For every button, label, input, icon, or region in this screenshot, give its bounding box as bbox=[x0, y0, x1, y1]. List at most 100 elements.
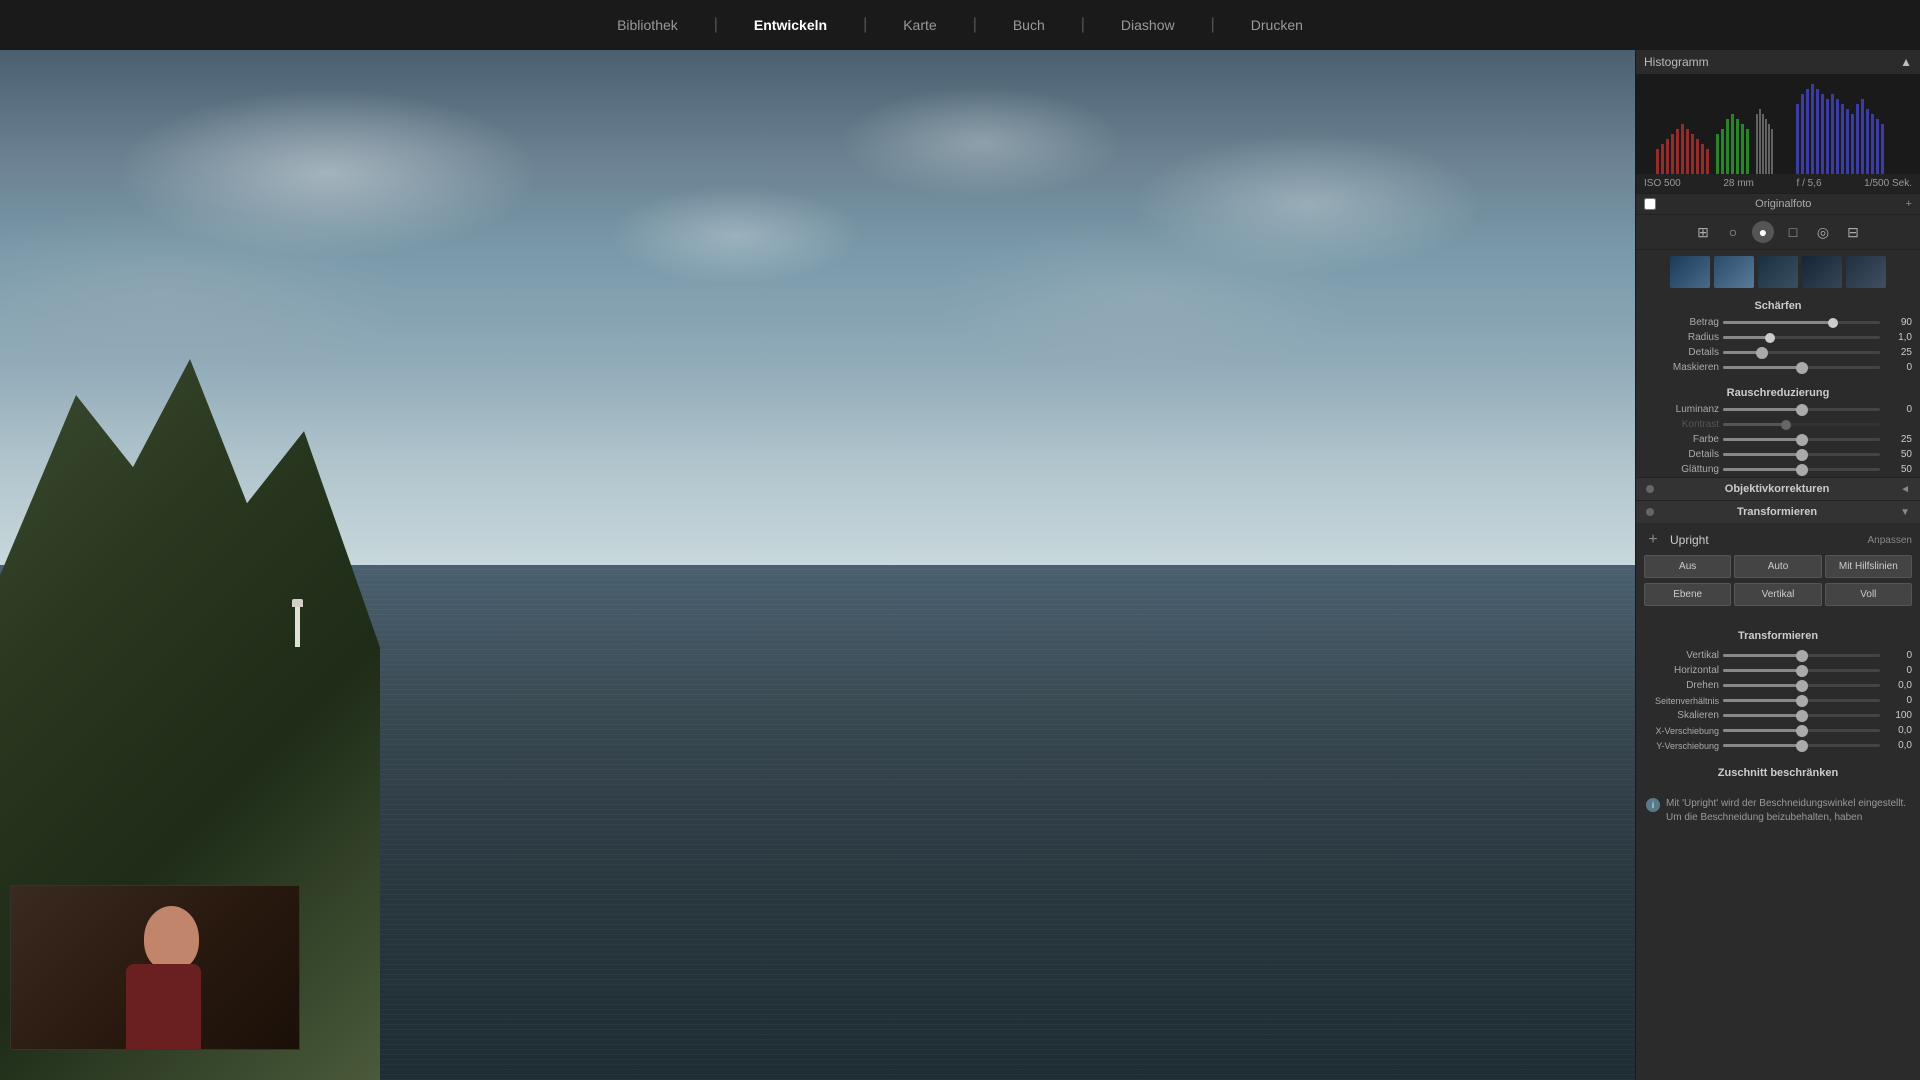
maskieren-track[interactable] bbox=[1723, 366, 1880, 369]
hist-aperture: f / 5,6 bbox=[1797, 178, 1822, 189]
upright-vertikal-btn[interactable]: Vertikal bbox=[1734, 583, 1821, 606]
hist-focal: 28 mm bbox=[1723, 178, 1754, 189]
betrag-track[interactable] bbox=[1723, 321, 1880, 324]
glaettung-label: Glättung bbox=[1644, 464, 1719, 475]
lighthouse-top bbox=[292, 599, 303, 607]
upright-buttons-row1: Aus Auto Mit Hilfslinien bbox=[1644, 555, 1912, 578]
xverschiebung-label: X-Verschiebung bbox=[1644, 726, 1719, 736]
originalfoto-checkbox[interactable] bbox=[1644, 198, 1656, 210]
radius-track[interactable] bbox=[1723, 336, 1880, 339]
circle-ring-icon[interactable]: ◎ bbox=[1812, 221, 1834, 243]
person-body bbox=[126, 964, 201, 1049]
nav-sep-1: | bbox=[706, 11, 726, 39]
xverschiebung-row: X-Verschiebung 0,0 bbox=[1636, 723, 1920, 738]
upright-hilfslinien-btn[interactable]: Mit Hilfslinien bbox=[1825, 555, 1912, 578]
details-scharf-track[interactable] bbox=[1723, 351, 1880, 354]
nav-karte[interactable]: Karte bbox=[895, 12, 944, 38]
seitenverh-label: Seitenverhältnis bbox=[1644, 696, 1719, 706]
upright-buttons-row2: Ebene Vertikal Voll bbox=[1644, 583, 1912, 606]
histogram-canvas bbox=[1636, 74, 1920, 174]
webcam-overlay bbox=[10, 885, 300, 1050]
lighthouse bbox=[295, 607, 300, 647]
histogram-svg bbox=[1636, 74, 1920, 174]
objektivkorrekturen-header[interactable]: Objektivkorrekturen ◄ bbox=[1636, 477, 1920, 500]
preset-thumb-3[interactable] bbox=[1758, 256, 1798, 288]
nav-buch[interactable]: Buch bbox=[1005, 12, 1053, 38]
profile-tools: ⊞ ○ ● □ ◎ ⊟ bbox=[1636, 214, 1920, 249]
radius-value: 1,0 bbox=[1884, 332, 1912, 343]
xverschiebung-track[interactable] bbox=[1723, 729, 1880, 732]
drehen-label: Drehen bbox=[1644, 680, 1719, 691]
yverschiebung-value: 0,0 bbox=[1884, 740, 1912, 751]
nav-diashow[interactable]: Diashow bbox=[1113, 12, 1183, 38]
histogram-info: ISO 500 28 mm f / 5,6 1/500 Sek. bbox=[1636, 174, 1920, 193]
square-icon[interactable]: □ bbox=[1782, 221, 1804, 243]
info-note: i Mit 'Upright' wird der Beschneidungswi… bbox=[1636, 791, 1920, 831]
nav-drucken[interactable]: Drucken bbox=[1243, 12, 1311, 38]
schaerfen-sliders: Betrag 90 Radius 1,0 Details bbox=[1636, 315, 1920, 375]
horizontal-row: Horizontal 0 bbox=[1636, 663, 1920, 678]
xverschiebung-value: 0,0 bbox=[1884, 725, 1912, 736]
yverschiebung-row: Y-Verschiebung 0,0 bbox=[1636, 738, 1920, 753]
glaettung-track[interactable] bbox=[1723, 468, 1880, 471]
histogram-triangle-icon: ▲ bbox=[1900, 55, 1912, 69]
collapse-dot-trans bbox=[1646, 508, 1654, 516]
upright-label: Upright bbox=[1670, 533, 1709, 547]
histogram-title: Histogramm bbox=[1644, 55, 1709, 69]
grid-icon[interactable]: ⊞ bbox=[1692, 221, 1714, 243]
drehen-track[interactable] bbox=[1723, 684, 1880, 687]
skalieren-label: Skalieren bbox=[1644, 710, 1719, 721]
nav-sep-4: | bbox=[1073, 11, 1093, 39]
info-circle-icon: i bbox=[1646, 798, 1660, 812]
upright-voll-btn[interactable]: Voll bbox=[1825, 583, 1912, 606]
nav-entwickeln[interactable]: Entwickeln bbox=[746, 12, 835, 38]
nav-sep-5: | bbox=[1203, 11, 1223, 39]
details-scharf-row: Details 25 bbox=[1636, 345, 1920, 360]
transformieren-header[interactable]: Transformieren ▼ bbox=[1636, 500, 1920, 523]
details-scharf-value: 25 bbox=[1884, 347, 1912, 358]
horizontal-track[interactable] bbox=[1723, 669, 1880, 672]
upright-header: + Upright Anpassen bbox=[1644, 531, 1912, 549]
transformieren-arrow: ▼ bbox=[1900, 507, 1910, 518]
originalfoto-plus[interactable]: + bbox=[1906, 198, 1912, 210]
zuschnitt-section: Zuschnitt beschränken bbox=[1636, 757, 1920, 791]
hist-shutter: 1/500 Sek. bbox=[1864, 178, 1912, 189]
originalfoto-row[interactable]: Originalfoto + bbox=[1636, 193, 1920, 214]
anpassen-link[interactable]: Anpassen bbox=[1868, 535, 1912, 546]
skalieren-track[interactable] bbox=[1723, 714, 1880, 717]
nav-bibliothek[interactable]: Bibliothek bbox=[609, 12, 686, 38]
upright-ebene-btn[interactable]: Ebene bbox=[1644, 583, 1731, 606]
betrag-value: 90 bbox=[1884, 317, 1912, 328]
radius-label: Radius bbox=[1644, 332, 1719, 343]
preset-thumb-2[interactable] bbox=[1714, 256, 1754, 288]
circle-icon[interactable]: ○ bbox=[1722, 221, 1744, 243]
vertikal-label: Vertikal bbox=[1644, 650, 1719, 661]
kontrast-row: Kontrast bbox=[1636, 417, 1920, 432]
transform-sliders-section: Transformieren Vertikal 0 Horizontal 0 D… bbox=[1636, 622, 1920, 757]
seitenverh-row: Seitenverhältnis 0 bbox=[1636, 693, 1920, 708]
objektivkorrekturen-arrow: ◄ bbox=[1900, 484, 1910, 495]
preset-thumb-1[interactable] bbox=[1670, 256, 1710, 288]
seitenverh-track[interactable] bbox=[1723, 699, 1880, 702]
right-panel: Histogramm ▲ bbox=[1635, 50, 1920, 1080]
histogram-header: Histogramm ▲ bbox=[1636, 50, 1920, 74]
vertikal-value: 0 bbox=[1884, 650, 1912, 661]
kontrast-label: Kontrast bbox=[1644, 419, 1719, 430]
luminanz-track[interactable] bbox=[1723, 408, 1880, 411]
yverschiebung-track[interactable] bbox=[1723, 744, 1880, 747]
upright-aus-btn[interactable]: Aus bbox=[1644, 555, 1731, 578]
slider-icon[interactable]: ⊟ bbox=[1842, 221, 1864, 243]
farbe-row: Farbe 25 bbox=[1636, 432, 1920, 447]
hist-iso: ISO 500 bbox=[1644, 178, 1681, 189]
preset-thumb-4[interactable] bbox=[1802, 256, 1842, 288]
details-scharf-label: Details bbox=[1644, 347, 1719, 358]
circle-filled-icon[interactable]: ● bbox=[1752, 221, 1774, 243]
farbe-track[interactable] bbox=[1723, 438, 1880, 441]
preset-thumb-5[interactable] bbox=[1846, 256, 1886, 288]
vertikal-track[interactable] bbox=[1723, 654, 1880, 657]
rausch-details-track[interactable] bbox=[1723, 453, 1880, 456]
upright-plus-icon[interactable]: + bbox=[1644, 531, 1662, 549]
upright-auto-btn[interactable]: Auto bbox=[1734, 555, 1821, 578]
transformieren-title: Transformieren bbox=[1737, 506, 1817, 518]
kontrast-track bbox=[1723, 423, 1880, 426]
